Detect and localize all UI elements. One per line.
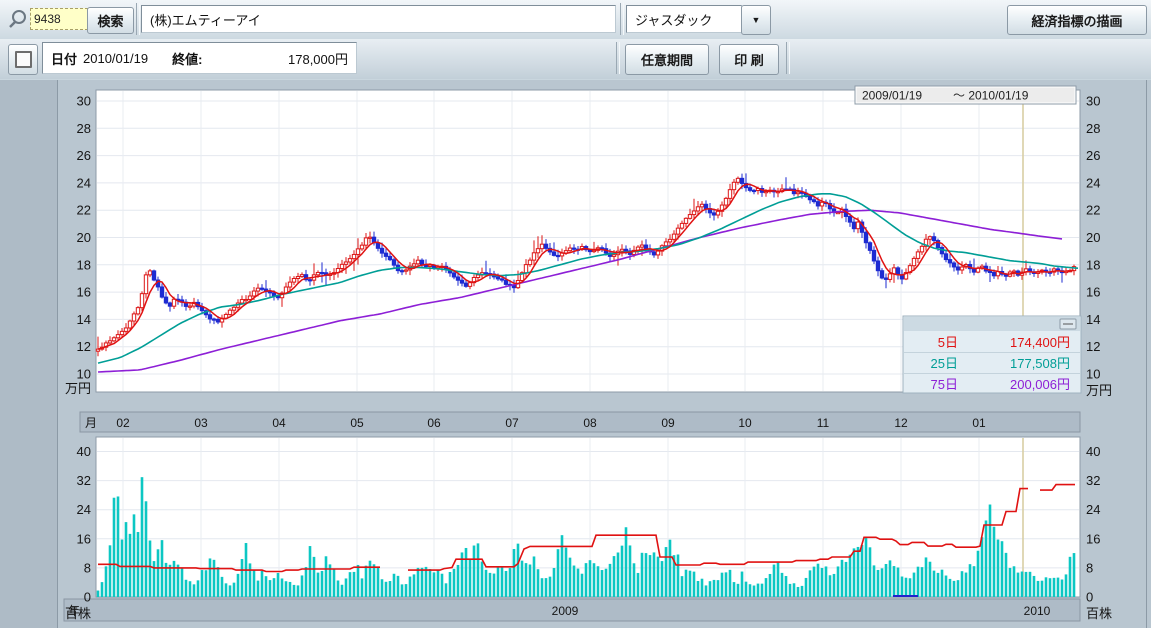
- svg-text:百株: 百株: [1086, 606, 1112, 621]
- svg-text:0: 0: [1086, 590, 1093, 605]
- svg-text:10: 10: [77, 367, 91, 382]
- svg-text:40: 40: [1086, 444, 1100, 459]
- custom-period-button[interactable]: 任意期間: [625, 44, 709, 75]
- svg-text:09: 09: [661, 416, 675, 430]
- svg-text:24: 24: [77, 502, 91, 517]
- svg-text:8: 8: [84, 560, 91, 575]
- svg-text:30: 30: [77, 94, 91, 109]
- market-select-field[interactable]: ジャスダック: [626, 5, 742, 33]
- svg-text:22: 22: [1086, 203, 1100, 218]
- ma-legend-box[interactable]: 5日 174,400円 25日 177,508円 75日 200,006円: [903, 316, 1081, 393]
- market-dropdown-arrow-icon[interactable]: ▼: [741, 5, 771, 35]
- svg-text:20: 20: [1086, 230, 1100, 245]
- svg-text:月: 月: [85, 416, 97, 430]
- svg-text:12: 12: [77, 339, 91, 354]
- search-button[interactable]: 検索: [87, 7, 134, 34]
- svg-text:16: 16: [1086, 531, 1100, 546]
- svg-text:01: 01: [972, 416, 986, 430]
- close-value: 178,000円: [288, 49, 348, 68]
- svg-text:2009/01/19: 2009/01/19: [862, 89, 922, 103]
- svg-text:11: 11: [817, 416, 830, 430]
- svg-text:30: 30: [1086, 94, 1100, 109]
- svg-text:03: 03: [194, 416, 208, 430]
- date-label: 日付: [51, 49, 77, 68]
- svg-text:26: 26: [1086, 148, 1100, 163]
- svg-text:万円: 万円: [1086, 383, 1112, 398]
- svg-text:万円: 万円: [65, 381, 91, 396]
- close-label: 終値:: [172, 49, 202, 68]
- stock-chart-svg[interactable]: 月020304050607080910111201年20092010303028…: [0, 80, 1151, 628]
- svg-text:18: 18: [77, 257, 91, 272]
- svg-text:174,400円: 174,400円: [1010, 335, 1070, 350]
- svg-text:26: 26: [77, 148, 91, 163]
- chart-area: 月020304050607080910111201年20092010303028…: [0, 80, 1151, 628]
- toolbar-row-2: 日付 2010/01/19 終値: 178,000円 日足 週足 月足 1年間 …: [0, 39, 1151, 79]
- svg-text:16: 16: [77, 285, 91, 300]
- svg-text:22: 22: [77, 203, 91, 218]
- svg-text:32: 32: [1086, 473, 1100, 488]
- divider: [616, 42, 620, 74]
- svg-text:0: 0: [84, 590, 91, 605]
- svg-text:16: 16: [1086, 285, 1100, 300]
- divider: [620, 3, 624, 35]
- month-axis-strip: 月 02 03 04 05 06 07 08 09 10 11 12 01: [80, 412, 1080, 432]
- divider: [786, 42, 790, 74]
- overlay-checkbox-button[interactable]: [8, 44, 38, 75]
- svg-text:16: 16: [77, 531, 91, 546]
- stock-chart-app: 検索 (株)エムティーアイ ジャスダック ▼ 経済指標の描画 日付 2010/0…: [0, 0, 1151, 628]
- svg-text:24: 24: [77, 175, 91, 190]
- date-value: 2010/01/19: [83, 51, 148, 66]
- svg-text:200,006円: 200,006円: [1010, 377, 1070, 392]
- svg-text:28: 28: [77, 121, 91, 136]
- company-name-field[interactable]: (株)エムティーアイ: [141, 5, 616, 33]
- svg-text:～ 2010/01/19: ～ 2010/01/19: [953, 89, 1029, 103]
- svg-text:2010: 2010: [1024, 604, 1051, 618]
- svg-text:20: 20: [77, 230, 91, 245]
- svg-text:40: 40: [77, 444, 91, 459]
- svg-text:14: 14: [1086, 312, 1100, 327]
- divider: [136, 3, 140, 35]
- svg-text:24: 24: [1086, 175, 1100, 190]
- svg-text:12: 12: [894, 416, 908, 430]
- print-button[interactable]: 印 刷: [719, 44, 779, 75]
- svg-text:08: 08: [583, 416, 597, 430]
- svg-text:10: 10: [1086, 367, 1100, 382]
- svg-text:07: 07: [505, 416, 519, 430]
- svg-text:百株: 百株: [65, 606, 91, 621]
- checkbox-icon: [15, 51, 32, 68]
- magnifier-icon: [7, 8, 29, 30]
- toolbar-row-1: 検索 (株)エムティーアイ ジャスダック ▼ 経済指標の描画: [0, 0, 1151, 40]
- svg-text:04: 04: [272, 416, 286, 430]
- toolbar: 検索 (株)エムティーアイ ジャスダック ▼ 経済指標の描画 日付 2010/0…: [0, 0, 1151, 81]
- svg-text:8: 8: [1086, 560, 1093, 575]
- svg-text:05: 05: [350, 416, 364, 430]
- svg-text:177,508円: 177,508円: [1010, 356, 1070, 371]
- legend-minimize-button[interactable]: [1060, 319, 1076, 329]
- svg-text:18: 18: [1086, 257, 1100, 272]
- svg-text:5日: 5日: [938, 335, 958, 350]
- year-axis-strip: 年20092010: [64, 599, 1080, 621]
- svg-text:75日: 75日: [931, 377, 958, 392]
- svg-text:06: 06: [427, 416, 441, 430]
- svg-text:2009: 2009: [552, 604, 579, 618]
- date-range-box: 2009/01/19 ～ 2010/01/19: [855, 86, 1076, 104]
- svg-text:02: 02: [116, 416, 130, 430]
- svg-text:24: 24: [1086, 502, 1100, 517]
- economic-indicator-button[interactable]: 経済指標の描画: [1007, 5, 1147, 35]
- svg-text:12: 12: [1086, 339, 1100, 354]
- date-close-field: 日付 2010/01/19 終値: 178,000円: [42, 42, 357, 74]
- svg-text:25日: 25日: [931, 356, 958, 371]
- svg-text:10: 10: [738, 416, 752, 430]
- svg-text:32: 32: [77, 473, 91, 488]
- svg-text:28: 28: [1086, 121, 1100, 136]
- svg-text:14: 14: [77, 312, 91, 327]
- stock-code-input[interactable]: [30, 8, 88, 30]
